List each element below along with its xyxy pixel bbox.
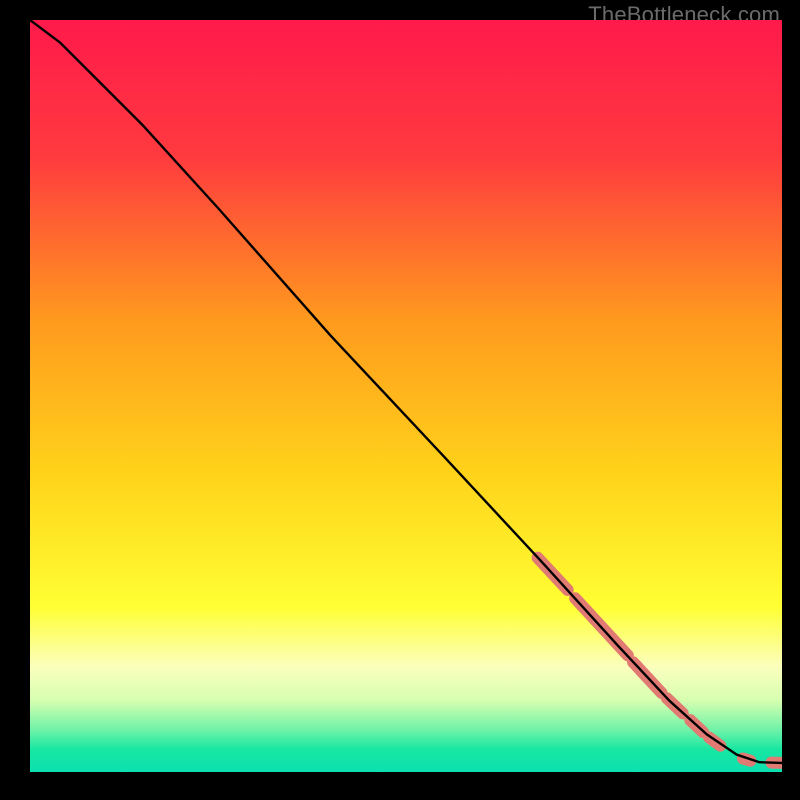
chart-frame: TheBottleneck.com: [0, 0, 800, 800]
plot-area: [30, 20, 782, 772]
chart-svg: [30, 20, 782, 772]
gradient-background: [30, 20, 782, 772]
